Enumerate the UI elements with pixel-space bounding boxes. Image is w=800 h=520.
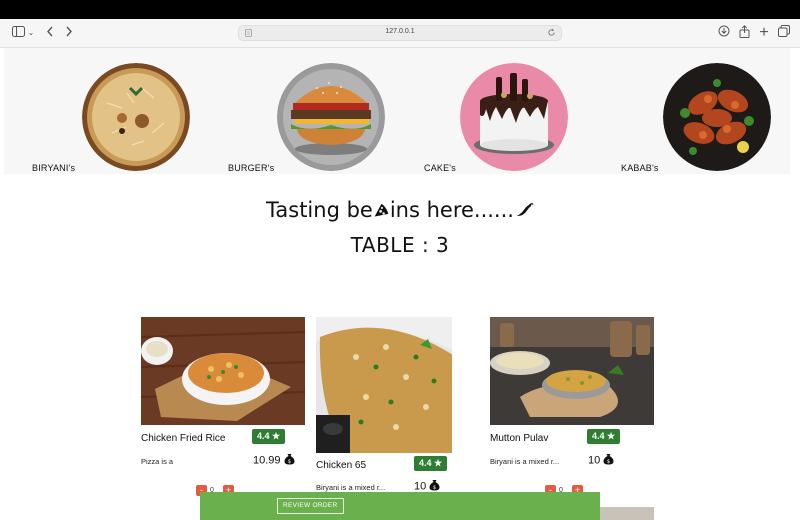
- category-biryani[interactable]: BIRYANI's: [32, 48, 228, 174]
- item-description: Biryani is a mixed r...: [490, 457, 560, 466]
- category-burger[interactable]: BURGER's: [228, 48, 424, 174]
- money-bag-icon: $: [603, 453, 614, 468]
- burger-image: [277, 63, 385, 171]
- star-icon: ★: [434, 458, 443, 468]
- menu-card[interactable]: Mutton Pulav 4.4 ★ Biryani is a mixed r.…: [490, 317, 654, 507]
- star-icon: ★: [272, 431, 281, 441]
- pizza-icon: [373, 198, 390, 222]
- url-text: 127.0.0.1: [385, 28, 415, 35]
- review-order-bar: REVIEW ORDER: [200, 492, 600, 520]
- tab-overview-icon[interactable]: [776, 25, 792, 41]
- reload-icon[interactable]: [547, 28, 556, 37]
- share-icon[interactable]: [736, 25, 752, 41]
- cake-image: [460, 63, 568, 171]
- category-strip: BIRYANI's BURGER's CAKE's KABAB's: [4, 48, 790, 174]
- tagline-end: ins here......: [389, 198, 514, 222]
- svg-text:$: $: [607, 459, 610, 465]
- rating-badge: 4.4 ★: [587, 429, 621, 444]
- item-name: Chicken 65: [316, 460, 367, 471]
- menu-card[interactable]: Chicken 65 4.4 ★ Biryani is a mixed r...…: [316, 317, 452, 497]
- svg-text:$: $: [433, 485, 436, 491]
- svg-text:$: $: [287, 459, 290, 465]
- forward-icon[interactable]: [61, 25, 77, 41]
- category-label: BIRYANI's: [32, 163, 76, 173]
- item-name: Chicken Fried Rice: [141, 433, 226, 444]
- rating-badge: 4.4 ★: [414, 456, 448, 471]
- item-name: Mutton Pulav: [490, 433, 549, 444]
- tagline-start: Tasting be: [266, 198, 373, 222]
- download-icon[interactable]: [716, 25, 732, 41]
- address-bar[interactable]: 127.0.0.1: [238, 25, 562, 41]
- menu-card[interactable]: Chicken Fried Rice 4.4 ★ Pizza is a 10.9…: [141, 317, 305, 507]
- table-number: TABLE : 3: [350, 233, 450, 257]
- item-description: Pizza is a: [141, 457, 174, 466]
- money-bag-icon: $: [284, 453, 295, 468]
- rating-value: 4.4: [592, 431, 605, 441]
- category-label: KABAB's: [621, 163, 659, 173]
- new-tab-icon[interactable]: +: [756, 25, 772, 41]
- item-price: 10 $: [588, 453, 614, 468]
- chevron-down-icon[interactable]: ⌄: [26, 25, 36, 41]
- biryani-image: [82, 63, 190, 171]
- rating-badge: 4.4 ★: [252, 429, 286, 444]
- kabab-image: [663, 63, 771, 171]
- review-order-button[interactable]: REVIEW ORDER: [277, 498, 344, 514]
- chicken-65-image: [316, 317, 452, 453]
- rating-value: 4.4: [257, 431, 270, 441]
- chicken-fried-rice-image: [141, 317, 305, 425]
- category-cake[interactable]: CAKE's: [424, 48, 620, 174]
- price-value: 10: [588, 454, 601, 467]
- category-label: CAKE's: [424, 163, 456, 173]
- star-icon: ★: [607, 431, 616, 441]
- chili-icon: [514, 198, 534, 222]
- rating-value: 4.4: [419, 458, 432, 468]
- price-value: 10: [414, 480, 427, 493]
- os-top-bar: [0, 0, 800, 19]
- item-price: 10.99 $: [253, 453, 295, 468]
- item-description: Biryani is a mixed r...: [316, 483, 386, 492]
- sidebar-toggle-icon[interactable]: [10, 25, 26, 41]
- mutton-pulav-image: [490, 317, 654, 425]
- browser-toolbar: ⌄ 127.0.0.1 +: [0, 19, 800, 48]
- category-label: BURGER's: [228, 163, 275, 173]
- tagline: Tasting be ins here......: [0, 198, 800, 222]
- back-icon[interactable]: [42, 25, 58, 41]
- next-card-image: [600, 507, 654, 520]
- category-kabab[interactable]: KABAB's: [621, 48, 800, 174]
- price-value: 10.99: [253, 454, 281, 467]
